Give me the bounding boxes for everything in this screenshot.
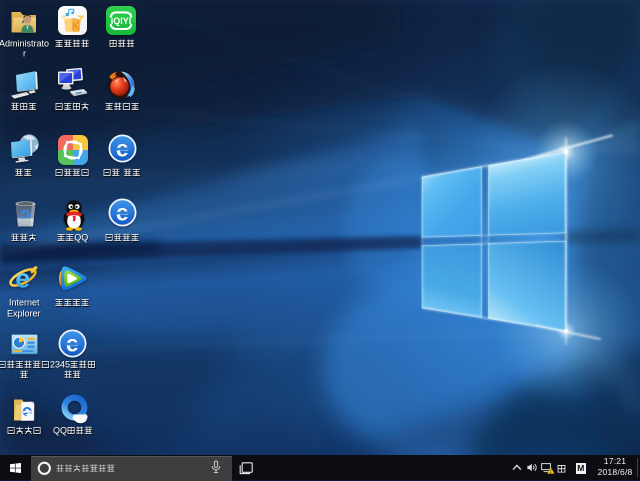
svg-text:2345: 2345 [50,359,70,369]
svg-text:Administrato: Administrato [0,38,49,48]
svg-text:e: e [15,264,30,294]
svg-text:QQ: QQ [53,425,67,435]
svg-text:iQIYI: iQIYI [111,16,132,26]
svg-text:QQ: QQ [74,232,88,242]
svg-text:Explorer: Explorer [7,308,41,318]
svg-text:K: K [72,21,81,33]
svg-text:r: r [23,48,26,58]
svg-text:Internet: Internet [9,297,40,307]
